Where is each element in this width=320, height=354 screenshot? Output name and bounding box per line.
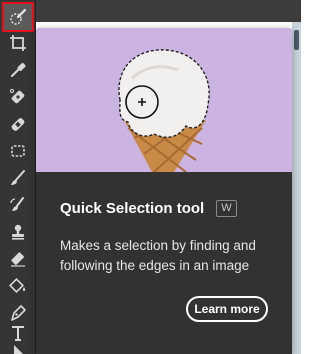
brush-icon: [11, 170, 25, 185]
document-canvas-edge: [292, 22, 301, 354]
tooltip-title-row: Quick Selection tool W: [60, 200, 237, 217]
eyedropper-icon: [11, 63, 26, 77]
path-selection-tool[interactable]: [4, 342, 32, 354]
learn-more-button[interactable]: Learn more: [186, 296, 268, 322]
options-bar: [36, 0, 301, 22]
history-brush-icon: [10, 197, 24, 211]
path-selection-icon: [14, 345, 23, 354]
quick-selection-tool[interactable]: [2, 2, 34, 32]
healing-brush-tool[interactable]: [4, 111, 32, 137]
eraser-tool[interactable]: [4, 246, 32, 272]
tools-panel: [0, 0, 36, 354]
crop-tool[interactable]: [4, 30, 32, 56]
tooltip-description: Makes a selection by finding and followi…: [60, 238, 256, 273]
scrollbar-thumb[interactable]: [294, 30, 299, 50]
type-icon: [12, 326, 24, 341]
paint-bucket-icon: [9, 278, 26, 293]
quick-selection-icon: [10, 8, 27, 25]
patch-icon: [11, 145, 25, 157]
bandage-icon: [11, 118, 25, 131]
eyedropper-tool[interactable]: [4, 57, 32, 83]
eraser-icon: [11, 252, 25, 267]
spot-healing-brush-tool[interactable]: [4, 84, 32, 110]
patch-tool[interactable]: [4, 138, 32, 164]
spot-healing-icon: [10, 89, 25, 104]
paint-bucket-tool[interactable]: [4, 273, 32, 299]
clone-stamp-tool[interactable]: [4, 219, 32, 245]
history-brush-tool[interactable]: [4, 192, 32, 218]
brush-tool[interactable]: [4, 165, 32, 191]
tool-tooltip-popover: Quick Selection tool W Makes a selection…: [36, 28, 292, 354]
tooltip-illustration: [36, 28, 292, 172]
clone-stamp-icon: [12, 224, 24, 240]
crop-icon: [10, 35, 26, 51]
ice-cream-cone-illustration: [118, 49, 210, 172]
shortcut-key-badge: W: [216, 200, 237, 217]
tooltip-title: Quick Selection tool: [60, 200, 205, 217]
